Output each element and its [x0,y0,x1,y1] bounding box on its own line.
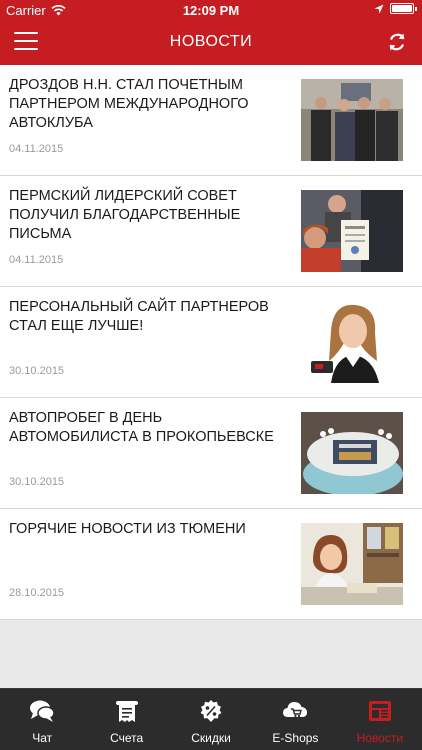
status-time: 12:09 PM [182,3,240,18]
news-item[interactable]: ДРОЗДОВ Н.Н. СТАЛ ПОЧЕТНЫМ ПАРТНЕРОМ МЕЖ… [0,65,422,176]
cloud-cart-icon [283,702,308,718]
news-title: ГОРЯЧИЕ НОВОСТИ ИЗ ТЮМЕНИ [9,521,246,537]
refresh-icon[interactable] [386,31,408,53]
tab-label: Скидки [191,731,231,745]
tab-label: E-Shops [272,731,319,745]
tab-label: Чат [32,731,53,745]
tab-label: Новости [356,731,404,745]
news-date: 28.10.2015 [9,587,65,599]
tab-label: Счета [110,731,144,745]
news-thumbnail [301,301,403,383]
news-item[interactable]: ГОРЯЧИЕ НОВОСТИ ИЗ ТЮМЕНИ 28.10.2015 [0,509,422,620]
news-date: 04.11.2015 [9,143,64,155]
news-thumbnail [301,190,403,272]
news-icon [368,701,391,721]
status-right [374,3,417,14]
news-thumbnail [301,412,403,494]
page-title: НОВОСТИ [169,33,253,50]
news-thumbnail [301,523,403,605]
news-item[interactable]: ПЕРСОНАЛЬНЫЙ САЙТ ПАРТНЕРОВ СТАЛ ЕЩЕ ЛУЧ… [0,287,422,398]
receipt-icon [115,701,138,722]
news-item[interactable]: ПЕРМСКИЙ ЛИДЕРСКИЙ СОВЕТ ПОЛУЧИЛ БЛАГОДА… [0,176,422,287]
news-date: 30.10.2015 [9,476,65,488]
status-bar: Carrier 12:09 PM [0,0,422,20]
news-date: 04.11.2015 [9,254,64,266]
battery-icon [390,3,417,14]
news-title: ПЕРСОНАЛЬНЫЙ САЙТ ПАРТНЕРОВ СТАЛ ЕЩЕ ЛУЧ… [9,299,269,334]
location-arrow-icon [374,4,384,13]
news-title: АВТОПРОБЕГ В ДЕНЬ АВТОМОБИЛИСТА В ПРОКОП… [9,410,274,445]
news-list: ДРОЗДОВ Н.Н. СТАЛ ПОЧЕТНЫМ ПАРТНЕРОМ МЕЖ… [0,65,422,620]
tab-eshops[interactable]: E-Shops [253,689,337,750]
navigation-bar: НОВОСТИ [0,20,422,65]
news-thumbnail [301,79,403,161]
tab-discounts[interactable]: Скидки [169,689,253,750]
discount-icon [200,700,222,722]
news-date: 30.10.2015 [9,365,65,377]
news-title: ПЕРМСКИЙ ЛИДЕРСКИЙ СОВЕТ ПОЛУЧИЛ БЛАГОДА… [9,188,241,242]
news-item[interactable]: АВТОПРОБЕГ В ДЕНЬ АВТОМОБИЛИСТА В ПРОКОП… [0,398,422,509]
chat-icon [30,700,55,722]
app-header: Carrier 12:09 PM НОВОСТИ [0,0,422,65]
tab-chat[interactable]: Чат [0,689,84,750]
tab-news[interactable]: Новости [338,689,422,750]
news-title: ДРОЗДОВ Н.Н. СТАЛ ПОЧЕТНЫМ ПАРТНЕРОМ МЕЖ… [9,77,249,131]
tab-bar: Чат Счета Скидки E-Shops Новости [0,688,422,750]
tab-accounts[interactable]: Счета [84,689,168,750]
